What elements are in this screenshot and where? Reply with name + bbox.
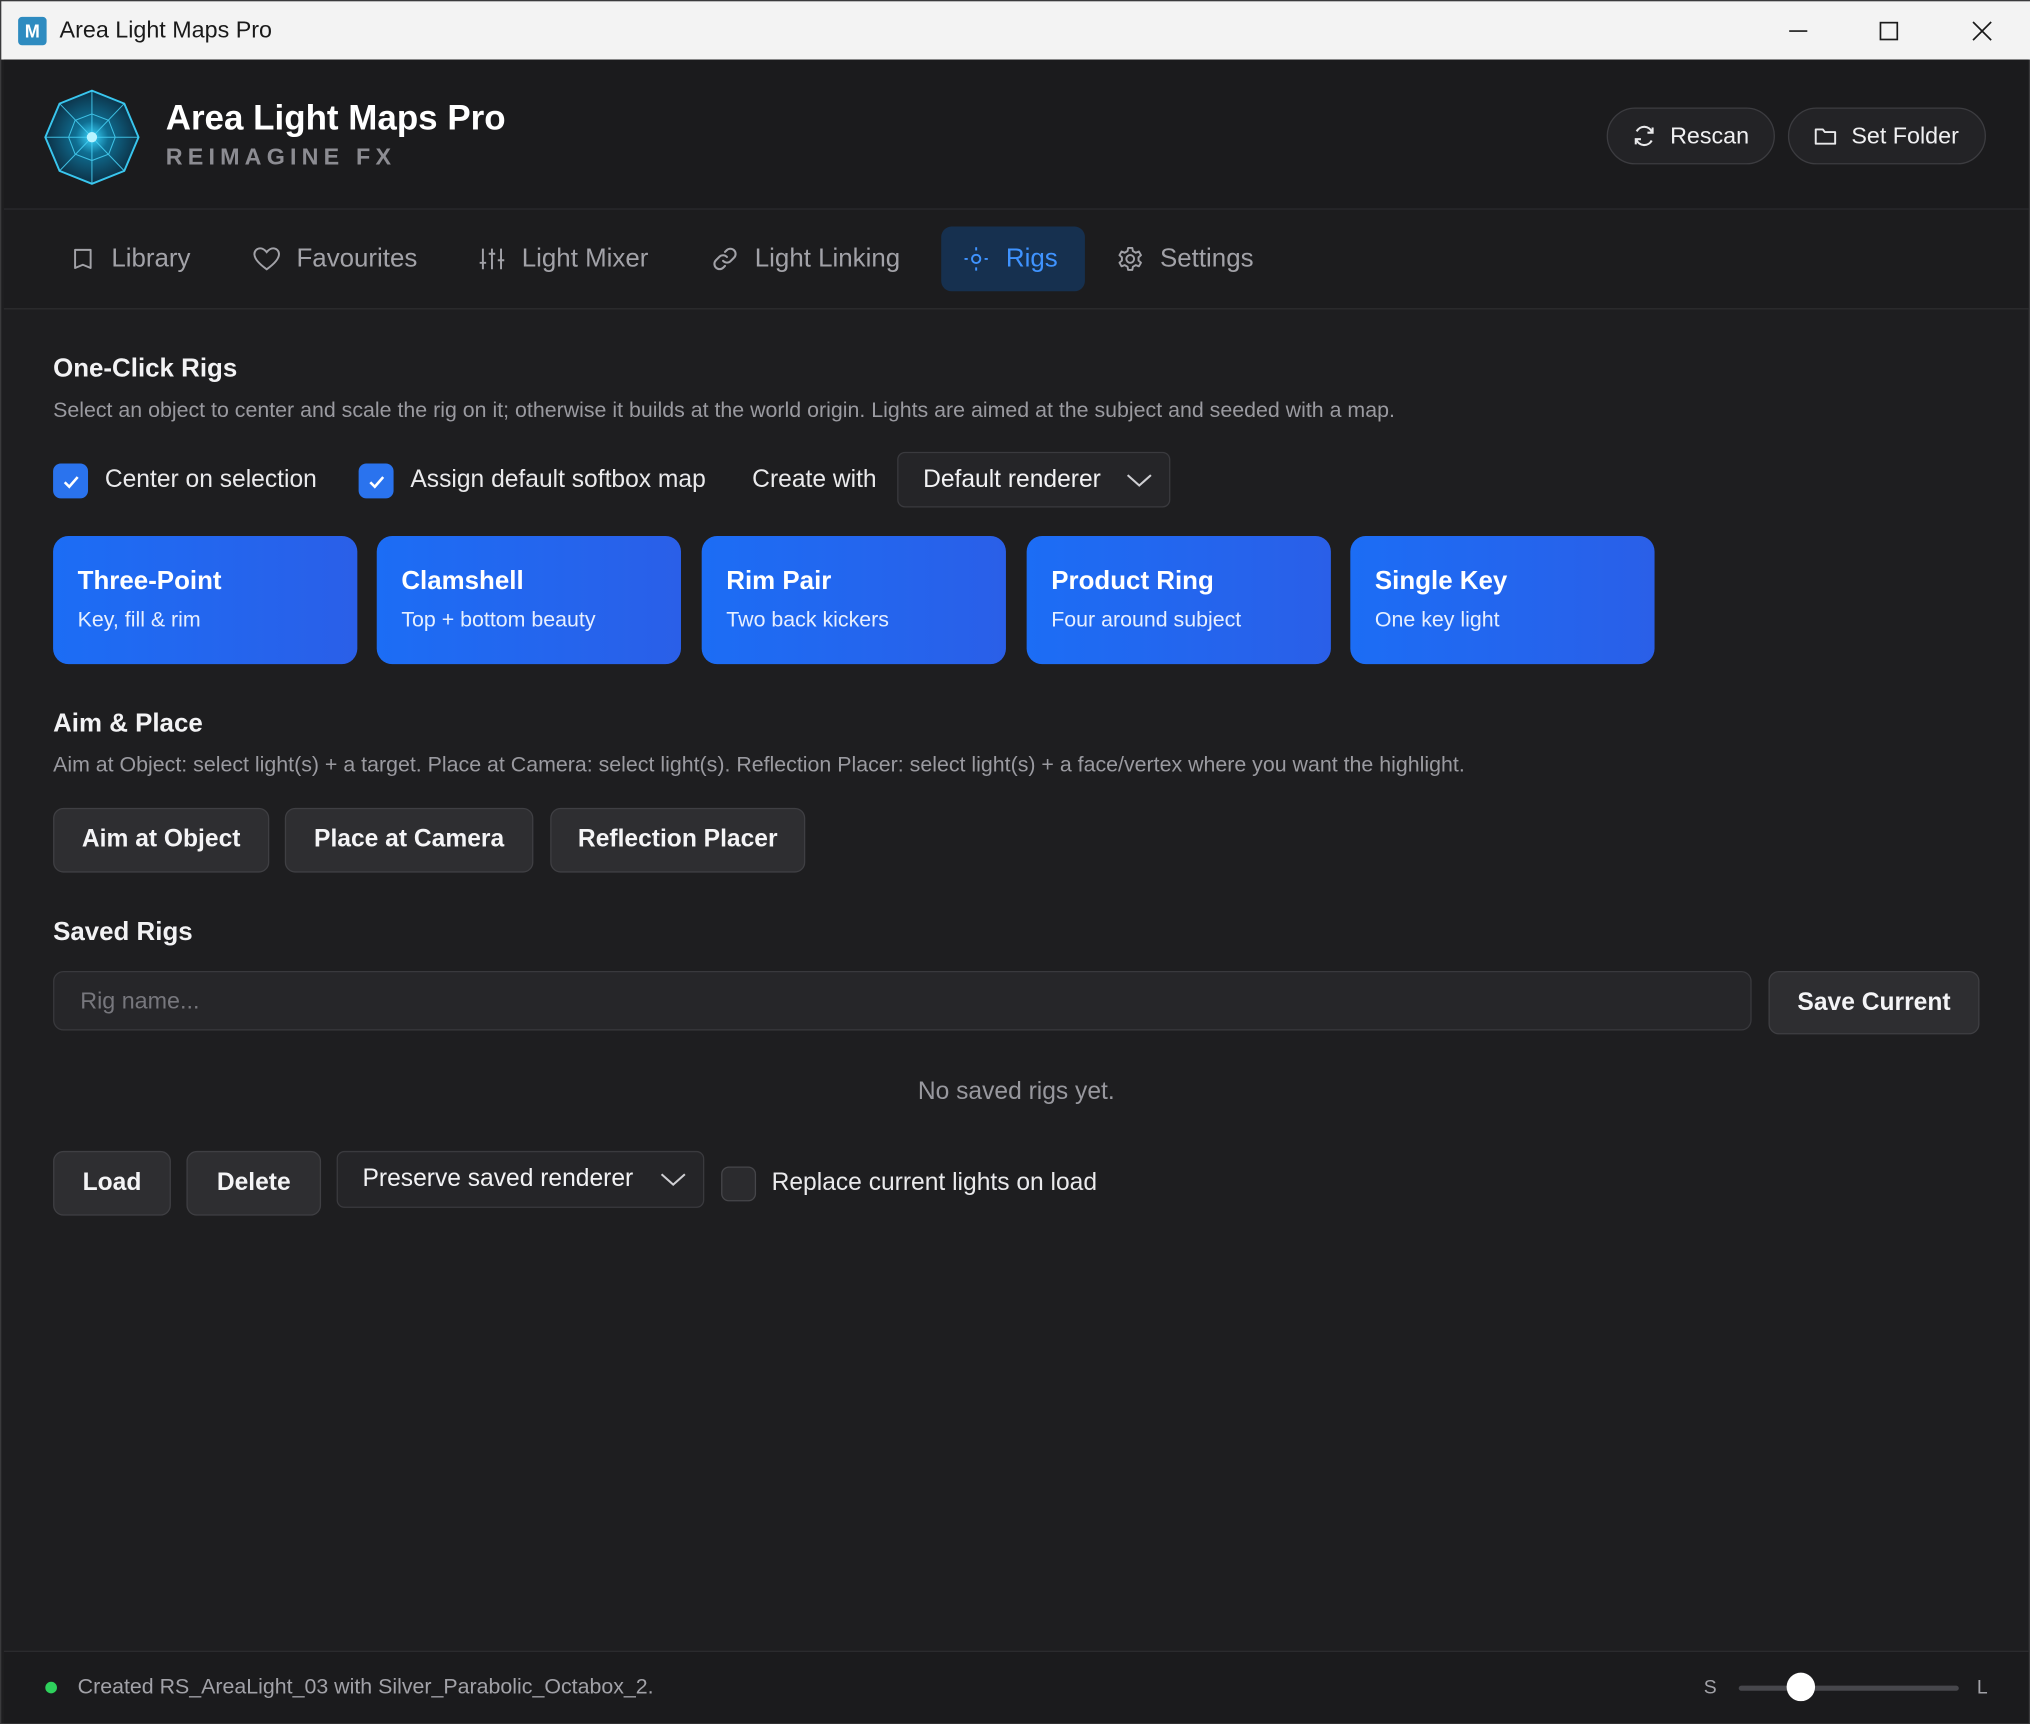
app-header: Area Light Maps Pro REIMAGINE FX Rescan …	[3, 59, 2029, 210]
status-bar: Created RS_AreaLight_03 with Silver_Para…	[3, 1650, 2029, 1724]
rig-name-input[interactable]	[53, 970, 1752, 1031]
replace-lights-label: Replace current lights on load	[771, 1169, 1098, 1197]
chevron-down-icon	[660, 1173, 686, 1186]
heart-icon	[253, 247, 280, 271]
tab-label: Settings	[1159, 244, 1254, 273]
rig-card-name: Single Key	[1374, 567, 1508, 596]
octabox-logo	[44, 89, 140, 185]
reflection-placer-button[interactable]: Reflection Placer	[550, 807, 806, 873]
tab-favourites[interactable]: Favourites	[232, 227, 438, 292]
status-message: Created RS_AreaLight_03 with Silver_Para…	[77, 1675, 654, 1699]
tab-label: Favourites	[296, 244, 418, 273]
tab-label: Library	[111, 244, 191, 273]
window-title-bar: M Area Light Maps Pro	[1, 1, 2030, 60]
slider-thumb[interactable]	[1786, 1672, 1815, 1702]
set-folder-button[interactable]: Set Folder	[1787, 107, 1986, 165]
rescan-button[interactable]: Rescan	[1606, 107, 1775, 165]
chevron-down-icon	[1126, 474, 1152, 487]
rig-card-single-key[interactable]: Single Key One key light	[1350, 535, 1655, 665]
app-subtitle: REIMAGINE FX	[165, 143, 397, 170]
assign-default-map-label: Assign default softbox map	[410, 466, 706, 494]
status-indicator	[45, 1681, 57, 1694]
one-click-rigs-description: Select an object to center and scale the…	[53, 398, 1395, 423]
one-click-rigs-title: One-Click Rigs	[53, 354, 238, 384]
rig-card-name: Product Ring	[1051, 567, 1214, 596]
main-tabs: Library Favourites Light Mixer Light Lin…	[3, 209, 2029, 310]
light-bulb-icon	[964, 247, 988, 271]
renderer-mode-value: Preserve saved renderer	[362, 1165, 634, 1193]
rig-card-product-ring[interactable]: Product Ring Four around subject	[1026, 535, 1331, 665]
size-small-label: S	[1703, 1676, 1717, 1699]
create-with-label: Create with	[752, 466, 877, 494]
aim-place-title: Aim & Place	[53, 709, 203, 738]
tab-settings[interactable]: Settings	[1095, 227, 1274, 292]
book-icon	[74, 248, 92, 269]
tab-label: Light Linking	[754, 244, 901, 273]
sliders-icon	[479, 248, 505, 270]
app-window: M Area Light Maps Pro Area Light Maps Pr…	[0, 0, 2030, 1724]
maximize-icon	[1879, 21, 1899, 40]
tab-light-linking[interactable]: Light Linking	[690, 227, 921, 292]
tab-label: Rigs	[1005, 244, 1058, 273]
rig-card-name: Three-Point	[77, 567, 222, 596]
close-button[interactable]	[1937, 1, 2028, 59]
checkmark-icon	[63, 475, 79, 489]
rig-card-three-point[interactable]: Three-Point Key, fill & rim	[53, 535, 358, 665]
saved-rigs-empty-message: No saved rigs yet.	[917, 1078, 1115, 1106]
load-button[interactable]: Load	[53, 1150, 171, 1216]
link-icon	[713, 247, 737, 271]
rig-card-subtitle: Two back kickers	[726, 608, 889, 632]
tab-rigs[interactable]: Rigs	[941, 226, 1085, 292]
save-current-button[interactable]: Save Current	[1768, 970, 1980, 1035]
minimize-button[interactable]	[1753, 1, 1844, 59]
tab-light-mixer[interactable]: Light Mixer	[457, 227, 669, 292]
close-icon	[1972, 20, 1992, 41]
app-title: Area Light Maps Pro	[165, 98, 506, 138]
app-icon: M	[18, 16, 47, 45]
renderer-dropdown-value: Default renderer	[923, 465, 1101, 493]
rig-card-subtitle: Top + bottom beauty	[401, 608, 596, 632]
tab-label: Light Mixer	[521, 244, 649, 273]
thumbnail-size-slider[interactable]	[1738, 1685, 1959, 1691]
window-title: Area Light Maps Pro	[59, 16, 272, 43]
minimize-icon	[1789, 29, 1808, 32]
set-folder-label: Set Folder	[1851, 122, 1959, 149]
tab-library[interactable]: Library	[49, 227, 211, 292]
aim-at-object-button[interactable]: Aim at Object	[53, 807, 270, 873]
rig-card-subtitle: Four around subject	[1051, 608, 1242, 632]
rig-card-name: Clamshell	[401, 567, 524, 596]
rig-card-clamshell[interactable]: Clamshell Top + bottom beauty	[376, 535, 681, 665]
rig-card-subtitle: One key light	[1374, 608, 1500, 632]
maximize-button[interactable]	[1844, 1, 1935, 59]
renderer-mode-dropdown[interactable]: Preserve saved renderer	[336, 1150, 705, 1208]
rig-card-subtitle: Key, fill & rim	[77, 608, 201, 632]
assign-default-map-checkbox[interactable]	[358, 463, 394, 499]
folder-icon	[1814, 128, 1837, 145]
center-on-selection-label: Center on selection	[104, 466, 317, 494]
delete-button[interactable]: Delete	[186, 1150, 322, 1216]
center-on-selection-checkbox[interactable]	[53, 463, 89, 499]
checkmark-icon	[368, 475, 384, 489]
size-large-label: L	[1976, 1676, 1988, 1699]
gear-icon	[1118, 246, 1142, 271]
rescan-label: Rescan	[1670, 122, 1750, 149]
aim-place-description: Aim at Object: select light(s) + a targe…	[53, 753, 1465, 777]
replace-lights-checkbox[interactable]	[721, 1166, 757, 1202]
rig-card-rim-pair[interactable]: Rim Pair Two back kickers	[701, 535, 1006, 665]
rig-card-name: Rim Pair	[726, 567, 832, 596]
place-at-camera-button[interactable]: Place at Camera	[284, 807, 534, 873]
saved-rigs-title: Saved Rigs	[53, 917, 193, 947]
refresh-icon	[1634, 125, 1654, 147]
renderer-dropdown[interactable]: Default renderer	[897, 451, 1171, 508]
